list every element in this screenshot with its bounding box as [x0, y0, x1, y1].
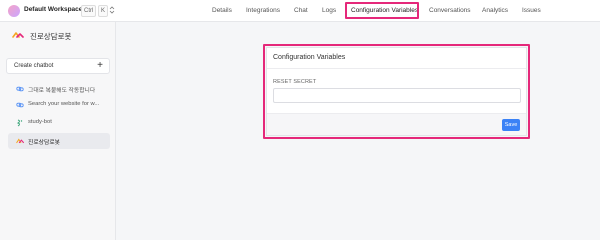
workspace-name[interactable]: Default Workspace	[24, 6, 82, 13]
brand-icon	[16, 138, 24, 144]
plus-icon: +	[97, 60, 103, 71]
link-icon	[16, 102, 24, 108]
shortcut-k-key: K	[98, 5, 109, 17]
top-bar: Default Workspace Ctrl K Details Integra…	[0, 0, 600, 22]
sidebar-item-label: study-bot	[28, 119, 52, 125]
panel-title: Configuration Variables	[273, 54, 346, 61]
chevron-up-down-icon[interactable]	[108, 5, 116, 15]
tab-highlight-box	[345, 2, 419, 19]
panel-footer: Save	[267, 113, 526, 135]
link-icon	[16, 86, 24, 92]
sidebar-item-2[interactable]: study-bot	[8, 115, 110, 131]
sidebar-item-label: Search your website for w...	[28, 101, 100, 107]
workspace-avatar[interactable]	[8, 5, 20, 17]
tab-details[interactable]: Details	[212, 7, 232, 14]
shortcut-ctrl-key: Ctrl	[81, 5, 97, 17]
reset-secret-label: RESET SECRET	[273, 79, 317, 85]
sidebar-item-label: 진로상담로봇	[28, 140, 60, 146]
configuration-variables-panel: Configuration Variables RESET SECRET Sav…	[266, 47, 527, 136]
bot-icon	[16, 119, 23, 127]
create-chatbot-label: Create chatbot	[14, 63, 54, 69]
sidebar-brand-name: 진로상담로봇	[30, 32, 72, 41]
tab-logs[interactable]: Logs	[322, 7, 336, 14]
tab-conversations[interactable]: Conversations	[429, 7, 471, 14]
brand-logo-icon	[12, 32, 24, 38]
panel-divider	[267, 68, 526, 69]
tab-issues[interactable]: Issues	[522, 7, 541, 14]
sidebar	[0, 22, 116, 240]
tab-chat[interactable]: Chat	[294, 7, 308, 14]
reset-secret-input[interactable]	[273, 88, 521, 103]
tab-integrations[interactable]: Integrations	[246, 7, 280, 14]
tab-analytics[interactable]: Analytics	[482, 7, 508, 14]
sidebar-item-label: 그대로 복붙해도 작동합니다	[28, 88, 96, 94]
create-chatbot-button[interactable]: Create chatbot +	[6, 58, 110, 74]
save-button[interactable]: Save	[502, 119, 520, 131]
sidebar-item-1[interactable]: Search your website for w...	[8, 97, 110, 113]
sidebar-item-3[interactable]: 진로상담로봇	[8, 133, 110, 149]
sidebar-item-0[interactable]: 그대로 복붙해도 작동합니다	[8, 81, 110, 97]
